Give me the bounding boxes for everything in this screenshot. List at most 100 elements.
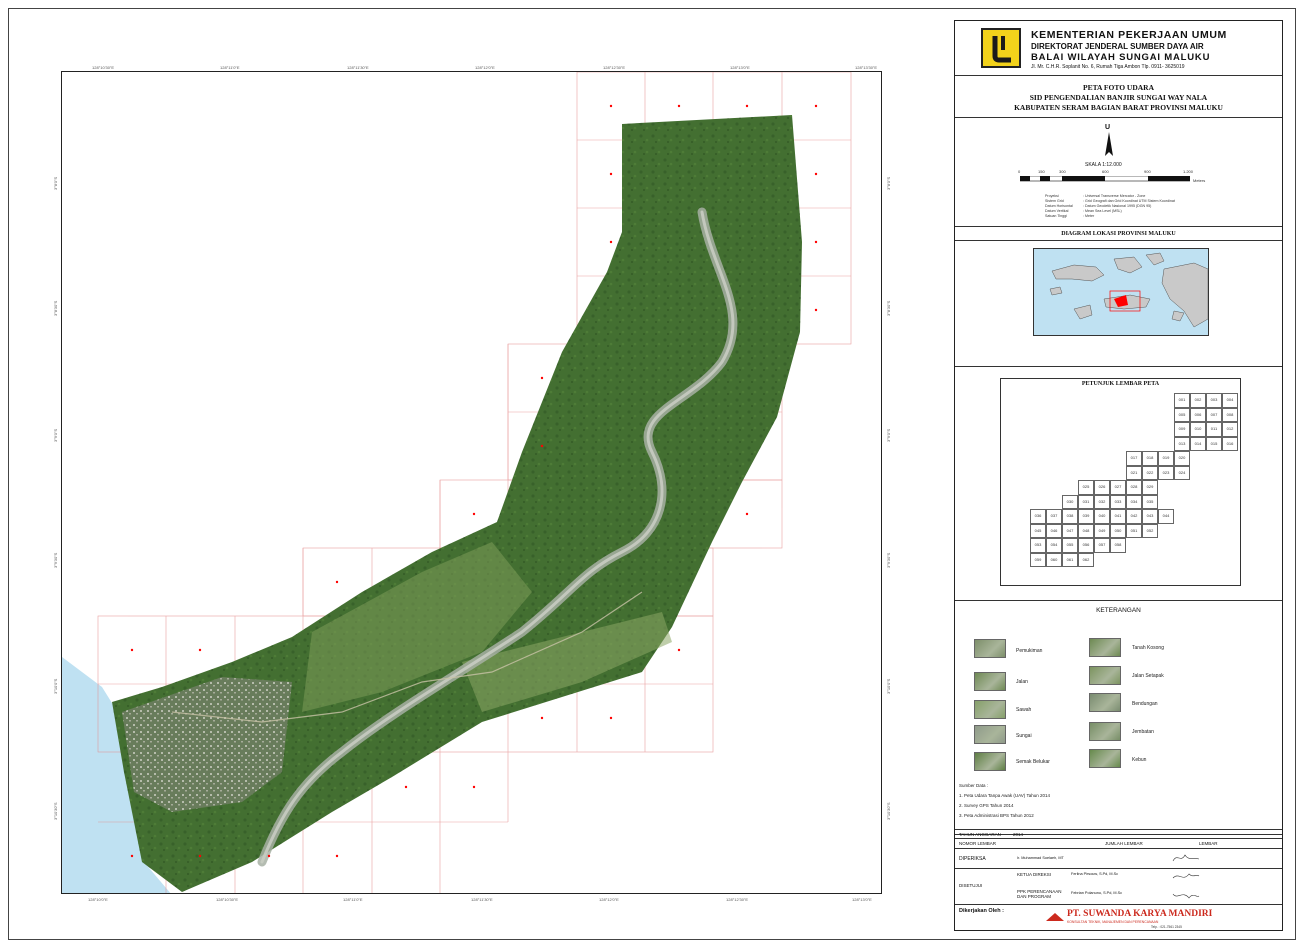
sheet-cell-041[interactable]: 041 bbox=[1110, 509, 1126, 524]
keterangan-section: KETERANGAN Pemukiman Jalan Sawah Sungai … bbox=[955, 601, 1282, 835]
sheet-cell-036[interactable]: 036 bbox=[1030, 509, 1046, 524]
ppk-label: PPK PERENCANAAN DAN PROGRAM bbox=[1017, 889, 1062, 899]
legend-label-jalan-setapak: Jalan Setapak bbox=[1132, 673, 1164, 679]
scale-label: SKALA 1:12.000 bbox=[1085, 162, 1122, 168]
sheet-cell-059[interactable]: 059 bbox=[1030, 552, 1046, 567]
tick-bottom-6: 128°12'30"E bbox=[726, 897, 749, 902]
pu-logo bbox=[981, 28, 1021, 68]
tahun-label: TAHUN ANGGARAN bbox=[959, 832, 1001, 837]
sheet-cell-001[interactable]: 001 bbox=[1174, 393, 1190, 408]
company-subtitle: KONSULTAN TEKNIK, MANAJEMEN DAN PERENCAN… bbox=[1067, 920, 1159, 924]
sheet-cell-027[interactable]: 027 bbox=[1110, 480, 1126, 495]
sheet-cell-022[interactable]: 022 bbox=[1142, 465, 1158, 480]
tick-top-1: 128°10'30"E bbox=[92, 65, 115, 70]
sheet-cell-016[interactable]: 016 bbox=[1222, 436, 1238, 451]
sheet-cell-053[interactable]: 053 bbox=[1030, 538, 1046, 553]
sheet-cell-038[interactable]: 038 bbox=[1062, 509, 1078, 524]
sheet-cell-032[interactable]: 032 bbox=[1094, 494, 1110, 509]
sheet-cell-044[interactable]: 044 bbox=[1158, 509, 1174, 524]
sheet-cell-006[interactable]: 006 bbox=[1190, 407, 1206, 422]
sheet-cell-004[interactable]: 004 bbox=[1222, 393, 1238, 408]
aerial-photo-map[interactable] bbox=[61, 71, 882, 894]
signature-2 bbox=[1172, 873, 1200, 879]
location-diagram-title: DIAGRAM LOKASI PROVINSI MALUKU bbox=[955, 231, 1282, 241]
sheet-cell-058[interactable]: 058 bbox=[1110, 538, 1126, 553]
sheet-cell-045[interactable]: 045 bbox=[1030, 523, 1046, 538]
legend-panel: KEMENTERIAN PEKERJAAN UMUM DIREKTORAT JE… bbox=[954, 20, 1283, 931]
sheet-cell-061[interactable]: 061 bbox=[1062, 552, 1078, 567]
sheet-cell-056[interactable]: 056 bbox=[1078, 538, 1094, 553]
sheet-cell-002[interactable]: 002 bbox=[1190, 393, 1206, 408]
sheet-cell-033[interactable]: 033 bbox=[1110, 494, 1126, 509]
legend-label-kebun: Kebun bbox=[1132, 757, 1147, 763]
tick-bottom-1: 128°10'0"E bbox=[88, 897, 108, 902]
scale-tick-1: 150 bbox=[1038, 169, 1045, 174]
sheet-cell-042[interactable]: 042 bbox=[1126, 509, 1142, 524]
legend-label-jembatan: Jembatan bbox=[1132, 729, 1154, 735]
sheet-cell-055[interactable]: 055 bbox=[1062, 538, 1078, 553]
sheet-cell-008[interactable]: 008 bbox=[1222, 407, 1238, 422]
sheet-cell-009[interactable]: 009 bbox=[1174, 422, 1190, 437]
sheet-cell-046[interactable]: 046 bbox=[1046, 523, 1062, 538]
sheet-cell-007[interactable]: 007 bbox=[1206, 407, 1222, 422]
sheet-cell-035[interactable]: 035 bbox=[1142, 494, 1158, 509]
legend-swatch-jembatan bbox=[1089, 722, 1121, 741]
sheet-cell-051[interactable]: 051 bbox=[1126, 523, 1142, 538]
sheet-cell-014[interactable]: 014 bbox=[1190, 436, 1206, 451]
tick-right-4: 3°9'30"S bbox=[886, 552, 891, 568]
sheet-cell-047[interactable]: 047 bbox=[1062, 523, 1078, 538]
sheet-cell-026[interactable]: 026 bbox=[1094, 480, 1110, 495]
sheet-cell-048[interactable]: 048 bbox=[1078, 523, 1094, 538]
tick-bottom-4: 128°11'30"E bbox=[471, 897, 493, 902]
sheet-cell-018[interactable]: 018 bbox=[1142, 451, 1158, 466]
sheet-cell-052[interactable]: 052 bbox=[1142, 523, 1158, 538]
sheet-cell-030[interactable]: 030 bbox=[1062, 494, 1078, 509]
tick-top-6: 128°13'0"E bbox=[730, 65, 750, 70]
sheet-cell-029[interactable]: 029 bbox=[1142, 480, 1158, 495]
scale-section: U SKALA 1:12.000 0 150 300 600 900 1.200… bbox=[955, 118, 1282, 227]
sheet-cell-019[interactable]: 019 bbox=[1158, 451, 1174, 466]
tahun-value: 2014 bbox=[1013, 832, 1024, 837]
sheet-cell-049[interactable]: 049 bbox=[1094, 523, 1110, 538]
sheet-cell-034[interactable]: 034 bbox=[1126, 494, 1142, 509]
tick-left-5: 3°10'0"S bbox=[53, 678, 58, 694]
signature-3 bbox=[1172, 893, 1200, 899]
sheet-cell-021[interactable]: 021 bbox=[1126, 465, 1142, 480]
sheet-cell-060[interactable]: 060 bbox=[1046, 552, 1062, 567]
sheet-cell-020[interactable]: 020 bbox=[1174, 451, 1190, 466]
sheet-index-title: PETUNJUK LEMBAR PETA bbox=[1081, 381, 1160, 387]
sheet-cell-024[interactable]: 024 bbox=[1174, 465, 1190, 480]
sheet-cell-025[interactable]: 025 bbox=[1078, 480, 1094, 495]
north-arrow-icon bbox=[1105, 132, 1113, 156]
sheet-cell-015[interactable]: 015 bbox=[1206, 436, 1222, 451]
sheet-cell-050[interactable]: 050 bbox=[1110, 523, 1126, 538]
legend-label-sawah: Sawah bbox=[1016, 707, 1032, 713]
sheet-cell-040[interactable]: 040 bbox=[1094, 509, 1110, 524]
sheet-cell-013[interactable]: 013 bbox=[1174, 436, 1190, 451]
sheet-cell-031[interactable]: 031 bbox=[1078, 494, 1094, 509]
sheet-cell-011[interactable]: 011 bbox=[1206, 422, 1222, 437]
sheet-cell-003[interactable]: 003 bbox=[1206, 393, 1222, 408]
sheet-cell-057[interactable]: 057 bbox=[1094, 538, 1110, 553]
legend-label-semak-belukar: Semak Belukar bbox=[1016, 759, 1050, 765]
sheet-cell-023[interactable]: 023 bbox=[1158, 465, 1174, 480]
title-line-2: SID PENGENDALIAN BANJIR SUNGAI WAY NALA bbox=[1029, 93, 1208, 102]
sheet-cell-010[interactable]: 010 bbox=[1190, 422, 1206, 437]
scale-unit: Meters bbox=[1193, 178, 1206, 183]
ppk-value: Febrian Polanunu, S.Pd, M.Sc bbox=[1071, 891, 1123, 895]
sheet-cell-037[interactable]: 037 bbox=[1046, 509, 1062, 524]
tick-left-1: 3°8'0"S bbox=[53, 176, 58, 190]
sheet-cell-012[interactable]: 012 bbox=[1222, 422, 1238, 437]
sheet-cell-062[interactable]: 062 bbox=[1078, 552, 1094, 567]
sheet-cell-054[interactable]: 054 bbox=[1046, 538, 1062, 553]
sheet-cell-005[interactable]: 005 bbox=[1174, 407, 1190, 422]
sheet-cell-028[interactable]: 028 bbox=[1126, 480, 1142, 495]
sheet-cell-043[interactable]: 043 bbox=[1142, 509, 1158, 524]
sheet-cell-017[interactable]: 017 bbox=[1126, 451, 1142, 466]
sheet-cell-039[interactable]: 039 bbox=[1078, 509, 1094, 524]
company-name: PT. SUWANDA KARYA MANDIRI bbox=[1067, 909, 1213, 919]
legend-label-bendungan: Bendungan bbox=[1132, 701, 1158, 707]
header-section: KEMENTERIAN PEKERJAAN UMUM DIREKTORAT JE… bbox=[955, 21, 1282, 76]
legend-label-jalan: Jalan bbox=[1016, 679, 1028, 685]
legend-swatch-sawah bbox=[974, 700, 1006, 719]
